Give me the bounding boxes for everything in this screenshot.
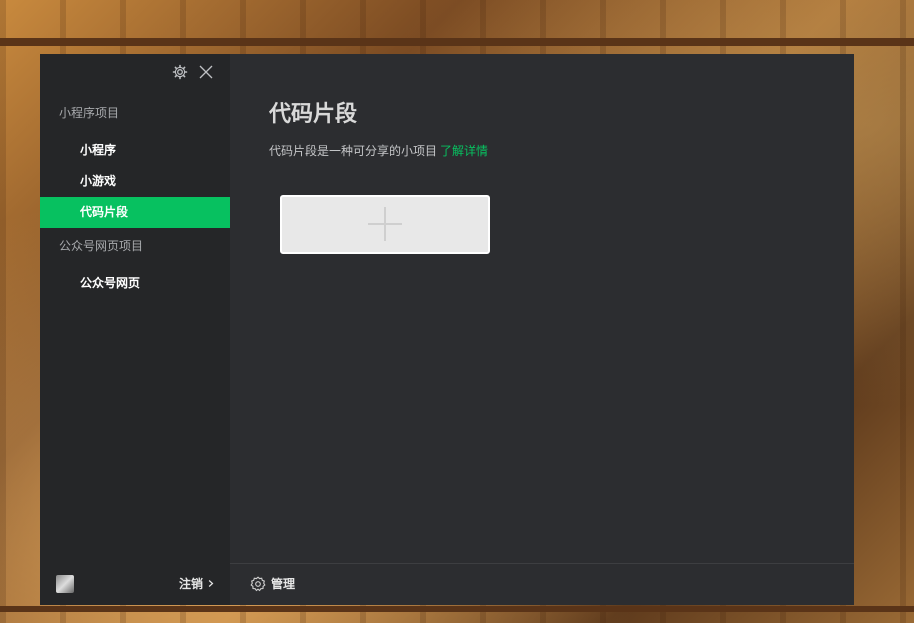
description-text: 代码片段是一种可分享的小项目 — [269, 144, 438, 158]
window-controls — [172, 64, 214, 80]
page-description: 代码片段是一种可分享的小项目 了解详情 — [269, 142, 488, 159]
group-title-official-account: 公众号网页项目 — [59, 239, 144, 253]
sidebar-item-code-snippet[interactable]: 代码片段 — [40, 197, 230, 228]
background-beam — [0, 38, 914, 46]
sidebar-item-minigame[interactable]: 小游戏 — [40, 166, 230, 197]
background-beam — [0, 606, 914, 612]
logout-label: 注销 — [178, 577, 203, 591]
settings-icon — [250, 575, 266, 591]
learn-more-link[interactable]: 了解详情 — [440, 144, 488, 158]
page-title: 代码片段 — [269, 102, 358, 127]
add-snippet-button[interactable] — [280, 195, 490, 254]
project-window: 小程序项目 小程序 小游戏 代码片段 公众号网页项目 公众号网页 注销 代码片段… — [40, 54, 854, 605]
sidebar-footer: 注销 — [40, 563, 230, 605]
group-title-miniprogram: 小程序项目 — [59, 106, 120, 120]
close-icon[interactable] — [198, 64, 214, 80]
sidebar-item-official-account-web[interactable]: 公众号网页 — [40, 268, 230, 299]
plus-icon — [368, 207, 402, 241]
sidebar-item-miniprogram[interactable]: 小程序 — [40, 135, 230, 166]
chevron-right-icon — [208, 580, 214, 587]
logout-button[interactable]: 注销 — [179, 575, 214, 592]
avatar[interactable] — [56, 575, 74, 593]
sidebar: 小程序项目 小程序 小游戏 代码片段 公众号网页项目 公众号网页 注销 — [40, 54, 230, 605]
manage-label: 管理 — [271, 577, 296, 591]
manage-button[interactable]: 管理 — [250, 575, 295, 592]
main-panel: 代码片段 代码片段是一种可分享的小项目 了解详情 管理 — [230, 54, 854, 605]
main-footer: 管理 — [230, 563, 854, 605]
gear-icon[interactable] — [172, 64, 188, 80]
